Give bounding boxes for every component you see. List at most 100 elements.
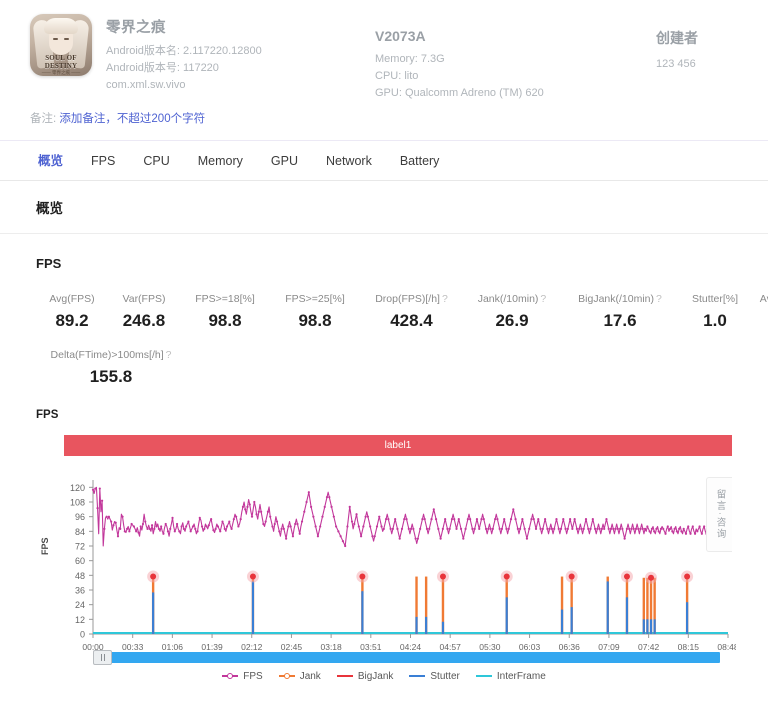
legend-item-bigjank[interactable]: BigJank bbox=[337, 671, 394, 682]
legend-swatch bbox=[409, 675, 425, 677]
metric-label: BigJank(/10min)? bbox=[561, 293, 679, 305]
metric-label: Var(FPS) bbox=[108, 293, 180, 305]
svg-text:84: 84 bbox=[75, 527, 85, 537]
chart-range-scrollbar[interactable] bbox=[93, 652, 720, 663]
legend-label: Stutter bbox=[430, 671, 459, 682]
metric-value: 1.0 bbox=[679, 311, 751, 331]
metric-label-text: Avg(FPS) bbox=[49, 293, 94, 305]
legend-marker-dot bbox=[284, 673, 290, 679]
legend-label: FPS bbox=[243, 671, 262, 682]
svg-text:108: 108 bbox=[70, 498, 85, 508]
svg-text:07:09: 07:09 bbox=[598, 642, 620, 652]
metric-label: Jank(/10min)? bbox=[463, 293, 561, 305]
legend-label: Jank bbox=[300, 671, 321, 682]
svg-text:03:18: 03:18 bbox=[320, 642, 342, 652]
feedback-side-panel-label: 留言·咨询 bbox=[713, 489, 727, 540]
metric-label-text: FPS>=18[%] bbox=[195, 293, 255, 305]
metric-label: FPS>=25[%] bbox=[270, 293, 360, 305]
tab-GPU[interactable]: GPU bbox=[257, 141, 312, 181]
help-icon[interactable]: ? bbox=[540, 293, 546, 305]
device-model: V2073A bbox=[375, 28, 630, 44]
metric-value: 246.8 bbox=[108, 311, 180, 331]
tab-FPS[interactable]: FPS bbox=[77, 141, 129, 181]
app-icon: SOUL OF DESTINY —— 零界之痕 —— bbox=[30, 14, 92, 76]
grip-line bbox=[101, 654, 102, 661]
legend-item-interframe[interactable]: InterFrame bbox=[476, 671, 546, 682]
svg-text:06:36: 06:36 bbox=[559, 642, 581, 652]
metric-label: Drop(FPS)[/h]? bbox=[360, 293, 463, 305]
tab-概览[interactable]: 概览 bbox=[24, 141, 77, 181]
svg-text:02:45: 02:45 bbox=[281, 642, 303, 652]
metric-jank-10min-: Jank(/10min)? 26.9 bbox=[463, 293, 561, 331]
device-memory: Memory: 7.3G bbox=[375, 51, 630, 68]
svg-text:05:30: 05:30 bbox=[479, 642, 501, 652]
add-remark-link[interactable]: 添加备注，不超过200个字符 bbox=[59, 113, 205, 125]
legend-swatch bbox=[337, 675, 353, 677]
metric-label-text: BigJank(/10min) bbox=[578, 293, 654, 305]
svg-text:48: 48 bbox=[75, 571, 85, 581]
svg-text:07:42: 07:42 bbox=[638, 642, 660, 652]
legend-swatch bbox=[222, 675, 238, 677]
metric-value: 428.4 bbox=[360, 311, 463, 331]
metric-label-text: Avg(Inter bbox=[760, 293, 768, 305]
metric-label: FPS>=18[%] bbox=[180, 293, 270, 305]
creator-title: 创建者 bbox=[656, 28, 750, 48]
svg-text:12: 12 bbox=[75, 615, 85, 625]
help-icon[interactable]: ? bbox=[442, 293, 448, 305]
legend-marker-dot bbox=[227, 673, 233, 679]
legend-swatch bbox=[476, 675, 492, 677]
app-version-code: Android版本号: 117220 bbox=[106, 60, 262, 77]
fps-chart[interactable]: label1 FPS 0122436486072849610812000:000… bbox=[36, 435, 732, 685]
metric-fps-18-: FPS>=18[%] 98.8 bbox=[180, 293, 270, 331]
svg-text:120: 120 bbox=[70, 483, 85, 493]
app-header: SOUL OF DESTINY —— 零界之痕 —— 零界之痕 Android版… bbox=[0, 0, 768, 104]
creator-id: 123 456 bbox=[656, 58, 750, 70]
legend-item-fps[interactable]: FPS bbox=[222, 671, 262, 682]
svg-text:24: 24 bbox=[75, 600, 85, 610]
metric-avg-inter: Avg(Inter0. bbox=[751, 293, 768, 331]
legend-item-jank[interactable]: Jank bbox=[279, 671, 321, 682]
svg-text:03:51: 03:51 bbox=[360, 642, 382, 652]
fps-metrics-row-2: Delta(FTime)>100ms[/h]? 155.8 bbox=[36, 331, 732, 387]
scrollbar-grip-handle[interactable] bbox=[93, 650, 112, 665]
legend-item-stutter[interactable]: Stutter bbox=[409, 671, 459, 682]
remark-row: 备注: 添加备注，不超过200个字符 bbox=[0, 104, 768, 141]
metric-value: 26.9 bbox=[463, 311, 561, 331]
svg-text:04:57: 04:57 bbox=[440, 642, 462, 652]
metric-value: 155.8 bbox=[36, 367, 186, 387]
svg-text:02:12: 02:12 bbox=[241, 642, 263, 652]
fps-card: FPS Avg(FPS)89.2Var(FPS) 246.8 FPS>=18[%] 9… bbox=[0, 234, 768, 685]
help-icon[interactable]: ? bbox=[166, 349, 172, 361]
help-icon[interactable]: ? bbox=[656, 293, 662, 305]
metric-stutter-: Stutter[%]1.0 bbox=[679, 293, 751, 331]
metric-fps-25-: FPS>=25[%]98.8 bbox=[270, 293, 360, 331]
icon-fringe bbox=[44, 18, 78, 34]
tab-Battery[interactable]: Battery bbox=[386, 141, 454, 181]
legend-label: BigJank bbox=[358, 671, 394, 682]
chart-band-label[interactable]: label1 bbox=[64, 435, 732, 456]
legend-swatch bbox=[279, 675, 295, 677]
svg-text:60: 60 bbox=[75, 556, 85, 566]
metric-label-text: Delta(FTime)>100ms[/h] bbox=[51, 349, 164, 361]
metric-label-text: Jank(/10min) bbox=[478, 293, 539, 305]
svg-text:00:33: 00:33 bbox=[122, 642, 144, 652]
device-gpu: GPU: Qualcomm Adreno (TM) 620 bbox=[375, 85, 630, 102]
feedback-side-panel[interactable]: 留言·咨询 bbox=[706, 477, 732, 552]
metric-label: Delta(FTime)>100ms[/h]? bbox=[36, 349, 186, 361]
icon-eye-left bbox=[53, 38, 58, 40]
tab-Memory[interactable]: Memory bbox=[184, 141, 257, 181]
svg-text:01:06: 01:06 bbox=[162, 642, 184, 652]
tab-Network[interactable]: Network bbox=[312, 141, 386, 181]
device-cpu: CPU: lito bbox=[375, 68, 630, 85]
icon-eye-right bbox=[64, 38, 69, 40]
metric-value: 98.8 bbox=[180, 311, 270, 331]
svg-text:36: 36 bbox=[75, 586, 85, 596]
metric-label-text: Drop(FPS)[/h] bbox=[375, 293, 440, 305]
chart-plot-area[interactable]: 0122436486072849610812000:0000:3301:0601… bbox=[36, 472, 736, 662]
tab-CPU[interactable]: CPU bbox=[129, 141, 183, 181]
page-title: 概览 bbox=[0, 181, 768, 234]
fps-report-page: SOUL OF DESTINY —— 零界之痕 —— 零界之痕 Android版… bbox=[0, 0, 768, 708]
legend-label: InterFrame bbox=[497, 671, 546, 682]
metric-avg-fps-: Avg(FPS)89.2 bbox=[36, 293, 108, 331]
chart-legend: FPS Jank BigJank Stutter InterFrame bbox=[36, 667, 732, 685]
